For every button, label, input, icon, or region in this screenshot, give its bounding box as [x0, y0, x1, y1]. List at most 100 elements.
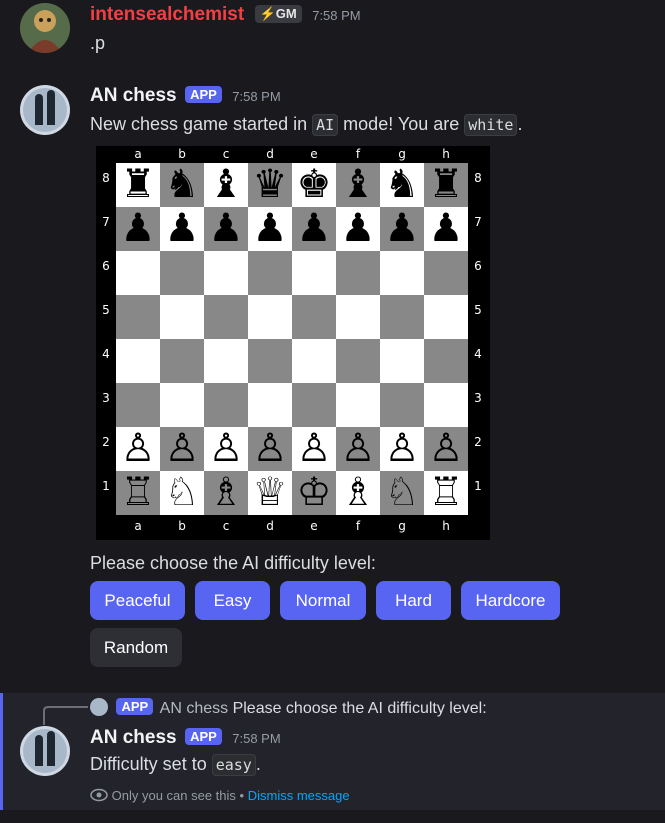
avatar[interactable] — [20, 726, 70, 776]
chess-piece-d1: ♕ — [252, 470, 288, 515]
file-label-b: b — [178, 147, 186, 161]
reply-connector-icon — [43, 706, 88, 725]
rank-label-1: 1 — [102, 479, 110, 493]
text-segment: . — [255, 754, 261, 774]
app-badge: APP — [185, 728, 222, 745]
timestamp: 7:58 PM — [312, 8, 361, 23]
board-square-g4 — [380, 339, 424, 383]
board-square-b5 — [160, 295, 204, 339]
normal-button[interactable]: Normal — [280, 581, 366, 620]
ephemeral-note: Only you can see this — [111, 788, 236, 803]
username[interactable]: AN chess — [90, 727, 177, 748]
board-square-f5 — [336, 295, 380, 339]
chess-piece-d7: ♟ — [252, 206, 288, 251]
board-square-c5 — [204, 295, 248, 339]
file-label-f: f — [355, 147, 361, 161]
file-label-g: g — [398, 519, 406, 533]
board-square-d3 — [248, 383, 292, 427]
board-square-h4 — [424, 339, 468, 383]
file-label-c: c — [222, 147, 230, 161]
board-square-d5 — [248, 295, 292, 339]
text-segment: New chess game started in — [90, 114, 313, 134]
difficulty-set-text: Difficulty set to easy. — [90, 754, 261, 776]
easy-button[interactable]: Easy — [195, 581, 270, 620]
board-square-c4 — [204, 339, 248, 383]
chess-piece-b7: ♟ — [164, 206, 200, 251]
chess-piece-g2: ♙ — [384, 426, 420, 471]
peaceful-button[interactable]: Peaceful — [90, 581, 185, 620]
avatar[interactable] — [20, 85, 70, 135]
file-label-e: e — [310, 147, 318, 161]
rank-label-4: 4 — [474, 347, 482, 361]
timestamp: 7:58 PM — [232, 731, 281, 746]
dismiss-message-link[interactable]: Dismiss message — [248, 788, 350, 803]
chess-piece-h2: ♙ — [428, 426, 464, 471]
reply-ref-text[interactable]: Please choose the AI difficulty level: — [233, 700, 487, 717]
chess-piece-c2: ♙ — [208, 426, 244, 471]
gm-badge: ⚡GM — [254, 5, 302, 23]
chessboard-image[interactable]: ♜ ♞ ♝ ♛ ♚ ♝ ♞ ♜ ♟ ♟ ♟ ♟ ♟ ♟ ♟ ♟ ♙ ♙ ♙ ♙ ♙ ♙ ♙ ♙ ♖ ♘ ♗ ♕ ♔ ♗ ♘ ♖ a a b b c c d d… — [96, 146, 490, 540]
board-square-a4 — [116, 339, 160, 383]
chess-piece-g8: ♞ — [384, 162, 420, 207]
chess-piece-c7: ♟ — [208, 206, 244, 251]
board-square-b4 — [160, 339, 204, 383]
chess-piece-g1: ♘ — [384, 470, 420, 515]
chess-piece-f7: ♟ — [340, 206, 376, 251]
username[interactable]: intensealchemist — [90, 4, 244, 25]
chess-piece-d8: ♛ — [252, 162, 288, 207]
difficulty-prompt: Please choose the AI difficulty level: — [90, 553, 376, 573]
difficulty-code: easy — [211, 754, 256, 776]
reply-ref-name[interactable]: AN chess — [160, 700, 228, 717]
message-text: .p — [90, 33, 106, 53]
app-badge: APP — [185, 86, 222, 103]
file-label-f: f — [355, 519, 361, 533]
file-label-d: d — [266, 147, 274, 161]
mode-code: AI — [312, 114, 339, 136]
board-square-e3 — [292, 383, 336, 427]
rank-label-3: 3 — [474, 391, 482, 405]
chess-piece-h1: ♖ — [428, 470, 464, 515]
hard-button[interactable]: Hard — [376, 581, 451, 620]
file-label-c: c — [222, 519, 230, 533]
text-segment: Difficulty set to — [90, 754, 212, 774]
rank-label-4: 4 — [102, 347, 110, 361]
file-label-h: h — [442, 519, 450, 533]
chess-piece-e1: ♔ — [296, 470, 332, 515]
username[interactable]: AN chess — [90, 85, 177, 106]
chess-piece-c8: ♝ — [208, 162, 244, 207]
board-square-g6 — [380, 251, 424, 295]
file-label-g: g — [398, 147, 406, 161]
board-square-b6 — [160, 251, 204, 295]
file-label-b: b — [178, 519, 186, 533]
chess-piece-e8: ♚ — [296, 162, 332, 207]
color-code: white — [464, 114, 518, 136]
chess-piece-f1: ♗ — [340, 470, 376, 515]
avatar[interactable] — [20, 3, 70, 53]
chess-piece-c1: ♗ — [208, 470, 244, 515]
chess-piece-b2: ♙ — [164, 426, 200, 471]
chess-piece-d2: ♙ — [252, 426, 288, 471]
chess-piece-f2: ♙ — [340, 426, 376, 471]
hardcore-button[interactable]: Hardcore — [461, 581, 560, 620]
random-button[interactable]: Random — [90, 628, 182, 667]
file-label-d: d — [266, 519, 274, 533]
chess-piece-e2: ♙ — [296, 426, 332, 471]
board-square-d4 — [248, 339, 292, 383]
board-square-d6 — [248, 251, 292, 295]
highlight-bar — [0, 693, 3, 810]
rank-label-2: 2 — [474, 435, 482, 449]
chess-piece-a7: ♟ — [120, 206, 156, 251]
timestamp: 7:58 PM — [232, 89, 281, 104]
board-square-b3 — [160, 383, 204, 427]
chess-piece-a8: ♜ — [120, 162, 156, 207]
game-started-text: New chess game started in AI mode! You a… — [90, 114, 522, 136]
rank-label-5: 5 — [102, 303, 110, 317]
chess-piece-a2: ♙ — [120, 426, 156, 471]
board-square-a3 — [116, 383, 160, 427]
rank-label-7: 7 — [474, 215, 482, 229]
chess-piece-a1: ♖ — [120, 470, 156, 515]
board-square-h6 — [424, 251, 468, 295]
rank-label-3: 3 — [102, 391, 110, 405]
board-square-a5 — [116, 295, 160, 339]
board-square-f4 — [336, 339, 380, 383]
